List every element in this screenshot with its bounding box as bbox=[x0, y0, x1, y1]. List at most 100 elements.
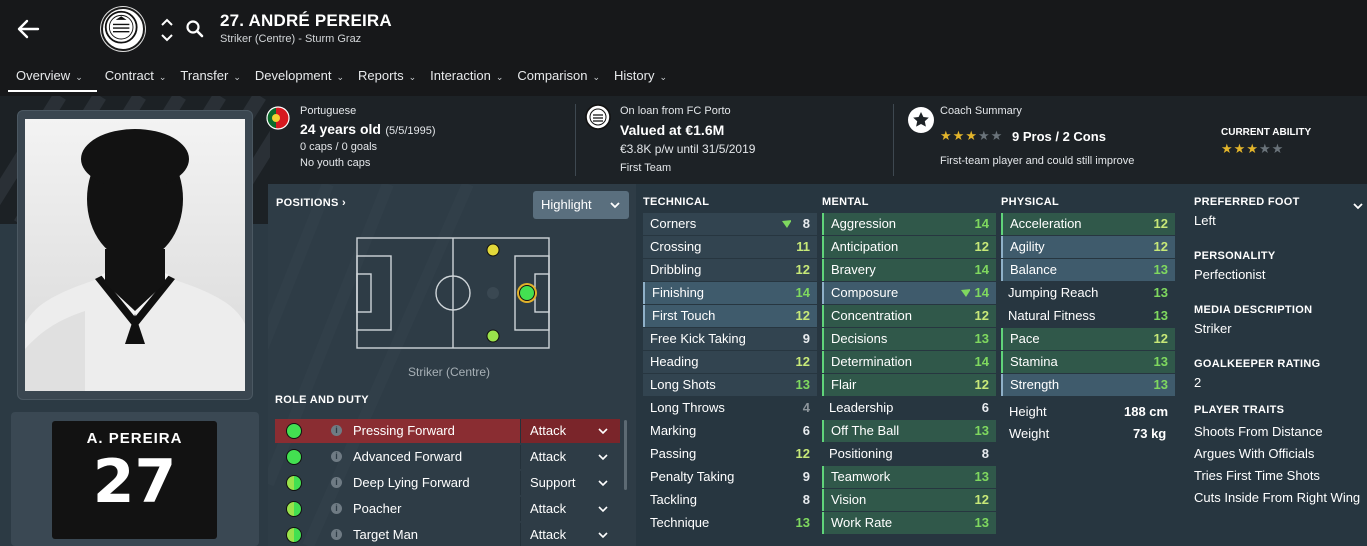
attribute-value: 12 bbox=[1153, 239, 1168, 254]
attribute-value: 14 bbox=[974, 354, 989, 369]
player-trait[interactable]: Argues With Officials bbox=[1194, 446, 1314, 461]
role-name: Poacher bbox=[353, 501, 402, 516]
tab-comparison[interactable]: Comparison ⌄ bbox=[509, 66, 606, 94]
club-badge-icon[interactable] bbox=[101, 7, 145, 51]
attribute-value: 8 bbox=[802, 216, 810, 231]
role-list-scrollbar[interactable] bbox=[624, 420, 627, 490]
highlight-dropdown[interactable]: Highlight bbox=[533, 191, 629, 219]
info-icon[interactable]: i bbox=[331, 503, 342, 514]
attribute-row[interactable]: Composure 14 bbox=[822, 282, 996, 304]
role-row[interactable]: i Target Man Attack bbox=[275, 523, 620, 546]
attribute-row[interactable]: Free Kick Taking 9 bbox=[643, 328, 817, 350]
info-icon[interactable]: i bbox=[331, 451, 342, 462]
attribute-name: First Touch bbox=[652, 308, 716, 323]
attribute-row[interactable]: Long Shots 13 bbox=[643, 374, 817, 396]
player-trait[interactable]: Cuts Inside From Right Wing bbox=[1194, 490, 1360, 505]
attribute-row[interactable]: Penalty Taking 9 bbox=[643, 466, 817, 488]
current-ability-stars: ★★★★★ bbox=[1221, 141, 1284, 157]
duty-dropdown[interactable]: Attack bbox=[520, 445, 620, 469]
tab-transfer[interactable]: Transfer ⌄ bbox=[172, 66, 246, 94]
attribute-name: Passing bbox=[650, 446, 697, 461]
prev-next-player-icon[interactable] bbox=[159, 17, 175, 43]
header-bar: 27. ANDRÉ PEREIRA Striker (Centre) - Stu… bbox=[0, 0, 1367, 96]
attribute-row[interactable]: Teamwork 13 bbox=[822, 466, 996, 488]
role-row[interactable]: i Poacher Attack bbox=[275, 497, 620, 521]
attribute-row[interactable]: Decisions 13 bbox=[822, 328, 996, 350]
attribute-row[interactable]: First Touch 12 bbox=[643, 305, 817, 327]
duty-dropdown[interactable]: Attack bbox=[520, 419, 620, 443]
attribute-name: Marking bbox=[650, 423, 697, 438]
player-photo[interactable] bbox=[25, 119, 245, 391]
attribute-row[interactable]: Crossing 11 bbox=[643, 236, 817, 258]
chevron-down-icon: ⌄ bbox=[75, 72, 83, 82]
tab-label: Interaction bbox=[430, 68, 491, 83]
positions-pitch[interactable] bbox=[355, 236, 551, 350]
tab-overview[interactable]: Overview ⌄ bbox=[0, 66, 97, 94]
chevron-down-icon: ⌄ bbox=[592, 72, 601, 82]
loan-status[interactable]: On loan from FC Porto bbox=[620, 105, 731, 117]
attribute-row[interactable]: Marking 6 bbox=[643, 420, 817, 442]
attribute-row[interactable]: Balance 13 bbox=[1001, 259, 1175, 281]
page-title: 27. ANDRÉ PEREIRA bbox=[220, 11, 392, 30]
tab-history[interactable]: History ⌄ bbox=[606, 66, 673, 94]
duty-dropdown[interactable]: Attack bbox=[520, 523, 620, 546]
attribute-row[interactable]: Flair 12 bbox=[822, 374, 996, 396]
chevron-down-icon bbox=[598, 428, 608, 435]
duty-dropdown[interactable]: Support bbox=[520, 471, 620, 495]
attribute-row[interactable]: Determination 14 bbox=[822, 351, 996, 373]
attribute-row[interactable]: Technique 13 bbox=[643, 512, 817, 534]
attribute-row[interactable]: Natural Fitness 13 bbox=[1001, 305, 1175, 327]
attribute-row[interactable]: Jumping Reach 13 bbox=[1001, 282, 1175, 304]
preferred-foot: Left bbox=[1194, 213, 1216, 228]
tab-reports[interactable]: Reports ⌄ bbox=[350, 66, 422, 94]
star-empty-icon: ★ bbox=[1258, 141, 1272, 156]
attribute-row[interactable]: Pace 12 bbox=[1001, 328, 1175, 350]
positions-heading[interactable]: POSITIONS › bbox=[276, 197, 346, 209]
attribute-row[interactable]: Off The Ball 13 bbox=[822, 420, 996, 442]
back-arrow-icon[interactable] bbox=[14, 16, 44, 42]
attribute-name: Teamwork bbox=[831, 469, 891, 484]
attribute-row[interactable]: Anticipation 12 bbox=[822, 236, 996, 258]
role-row[interactable]: i Advanced Forward Attack bbox=[275, 445, 620, 469]
attribute-row[interactable]: Aggression 14 bbox=[822, 213, 996, 235]
attribute-row[interactable]: Strength 13 bbox=[1001, 374, 1175, 396]
search-icon[interactable] bbox=[185, 19, 205, 39]
attribute-row[interactable]: Finishing 14 bbox=[643, 282, 817, 304]
attribute-row[interactable]: Dribbling 12 bbox=[643, 259, 817, 281]
info-icon[interactable]: i bbox=[331, 529, 342, 540]
pros-cons[interactable]: 9 Pros / 2 Cons bbox=[1012, 129, 1106, 144]
chevron-down-icon[interactable] bbox=[1353, 203, 1363, 210]
attribute-row[interactable]: Leadership 6 bbox=[822, 397, 996, 419]
attribute-row[interactable]: Stamina 13 bbox=[1001, 351, 1175, 373]
attribute-row[interactable]: Vision 12 bbox=[822, 489, 996, 511]
parent-club-badge-icon[interactable] bbox=[585, 104, 611, 130]
attribute-row[interactable]: Concentration 12 bbox=[822, 305, 996, 327]
player-trait[interactable]: Tries First Time Shots bbox=[1194, 468, 1320, 483]
attribute-name: Stamina bbox=[1010, 354, 1058, 369]
role-row[interactable]: i Pressing Forward Attack bbox=[275, 419, 620, 443]
attribute-row[interactable]: Acceleration 12 bbox=[1001, 213, 1175, 235]
attribute-value: 6 bbox=[802, 423, 810, 438]
duty-dropdown[interactable]: Attack bbox=[520, 497, 620, 521]
tab-interaction[interactable]: Interaction ⌄ bbox=[422, 66, 509, 94]
position-caption: Striker (Centre) bbox=[408, 365, 491, 379]
tab-contract[interactable]: Contract ⌄ bbox=[97, 66, 173, 94]
attribute-row[interactable]: Heading 12 bbox=[643, 351, 817, 373]
role-row[interactable]: i Deep Lying Forward Support bbox=[275, 471, 620, 495]
attribute-row[interactable]: Corners 8 bbox=[643, 213, 817, 235]
attribute-row[interactable]: Bravery 14 bbox=[822, 259, 996, 281]
attribute-row[interactable]: Tackling 8 bbox=[643, 489, 817, 511]
attribute-value: 4 bbox=[802, 400, 810, 415]
attribute-row[interactable]: Long Throws 4 bbox=[643, 397, 817, 419]
attribute-row[interactable]: Work Rate 13 bbox=[822, 512, 996, 534]
attribute-row[interactable]: Passing 12 bbox=[643, 443, 817, 465]
info-icon[interactable]: i bbox=[331, 425, 342, 436]
attribute-row[interactable]: Agility 12 bbox=[1001, 236, 1175, 258]
player-trait[interactable]: Shoots From Distance bbox=[1194, 424, 1323, 439]
info-icon[interactable]: i bbox=[331, 477, 342, 488]
attribute-row[interactable]: Positioning 8 bbox=[822, 443, 996, 465]
tab-development[interactable]: Development ⌄ bbox=[247, 66, 350, 94]
attribute-value: 12 bbox=[795, 354, 810, 369]
page-subtitle: Striker (Centre) - Sturm Graz bbox=[220, 33, 362, 45]
duty-label: Attack bbox=[530, 527, 567, 542]
